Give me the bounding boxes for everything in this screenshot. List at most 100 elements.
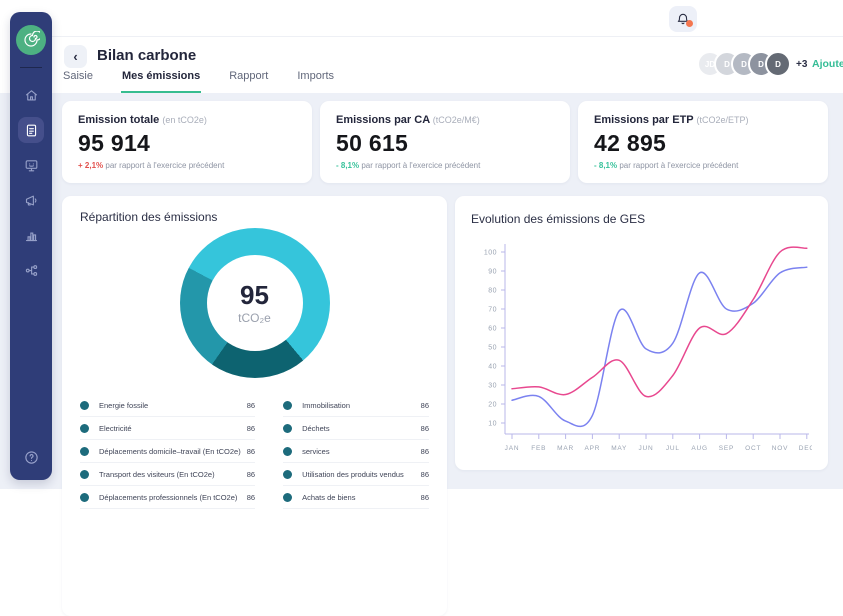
svg-text:90: 90 [488,269,497,276]
svg-text:10: 10 [488,421,497,428]
card-title: Répartition des émissions [80,210,429,224]
legend-value: 86 [247,447,255,456]
legend-label: Déplacements professionnels (En tCO2e) [99,493,241,502]
legend-dot [80,401,89,410]
legend-dot [80,493,89,502]
legend-dot [80,447,89,456]
svg-text:NOV: NOV [772,445,789,452]
legend-label: Utilisation des produits vendus [302,470,415,479]
svg-text:100: 100 [484,250,497,257]
document-icon [24,123,39,138]
notification-button[interactable] [669,6,697,32]
legend-item: Déplacements professionnels (En tCO2e)86 [80,486,255,509]
screen-icon [24,158,39,173]
emissions-legend: Energie fossile86Immobilisation86Electri… [80,394,429,509]
kpi-change-text: par rapport à l'exercice précédent [361,161,480,170]
legend-dot [283,424,292,433]
kpi-change-percent: - 8,1% [594,161,617,170]
legend-value: 86 [421,401,429,410]
kpi-title: Emission totale (en tCO2e) [78,114,296,126]
sidebar-divider [20,67,42,68]
svg-text:80: 80 [488,288,497,295]
legend-value: 86 [247,401,255,410]
tab-rapport[interactable]: Rapport [228,70,269,93]
svg-text:OCT: OCT [745,445,761,452]
legend-value: 86 [421,493,429,502]
sidebar-item-screen[interactable] [18,152,44,178]
hierarchy-icon [24,263,39,278]
legend-dot [80,424,89,433]
legend-item: Energie fossile 86 [80,394,255,417]
legend-label: Transport des visiteurs (En tCO2e) [99,470,241,479]
megaphone-icon [24,193,39,208]
kpi-unit: (tCO2e/M€) [433,115,480,125]
kpi-change: + 2,1% par rapport à l'exercice précéden… [78,161,296,170]
svg-text:JUL: JUL [666,445,680,452]
help-button[interactable] [20,446,42,468]
kpi-card: Emission totale (en tCO2e) 95 914 + 2,1% p… [62,101,312,183]
legend-dot [283,401,292,410]
legend-value: 86 [421,470,429,479]
back-button[interactable]: ‹ [64,45,87,68]
legend-item: services 86 [283,440,429,463]
svg-text:60: 60 [488,326,497,333]
kpi-change-percent: - 8,1% [336,161,359,170]
legend-label: services [302,447,415,456]
svg-text:30: 30 [488,383,497,390]
svg-text:APR: APR [585,445,601,452]
kpi-title-text: Emissions par CA [336,114,430,126]
avatar[interactable]: D [765,51,791,77]
kpi-change-percent: + 2,1% [78,161,103,170]
legend-dot [283,493,292,502]
legend-label: Achats de biens [302,493,415,502]
sidebar-item-statistics[interactable] [18,222,44,248]
sidebar-item-documents[interactable] [18,117,44,143]
svg-text:20: 20 [488,402,497,409]
topbar [52,0,843,37]
emissions-breakdown-card: Répartition des émissions 95 tCO₂e Energ… [62,196,447,616]
legend-dot [283,470,292,479]
kpi-change-text: par rapport à l'exercice précédent [105,161,224,170]
legend-label: Energie fossile [99,401,241,410]
tab-bar: Saisie Mes émissions Rapport Imports [62,70,335,93]
kpi-change: - 8,1% par rapport à l'exercice précéden… [336,161,554,170]
tab-mes-emissions[interactable]: Mes émissions [121,70,201,93]
legend-label: Immobilisation [302,401,415,410]
legend-value: 86 [421,447,429,456]
sidebar-item-announcements[interactable] [18,187,44,213]
svg-text:JUN: JUN [638,445,653,452]
kpi-change-text: par rapport à l'exercice précédent [619,161,738,170]
tab-saisie[interactable]: Saisie [62,70,94,93]
tab-imports[interactable]: Imports [296,70,335,93]
kpi-change: - 8,1% par rapport à l'exercice précéden… [594,161,812,170]
legend-dot [283,447,292,456]
avatar-group: JDDDDD [697,51,791,77]
app-logo[interactable] [16,25,46,55]
svg-text:40: 40 [488,364,497,371]
legend-item: Achats de biens 86 [283,486,429,509]
notification-dot [686,20,693,27]
svg-text:50: 50 [488,345,497,352]
svg-text:FEB: FEB [531,445,546,452]
kpi-value: 42 895 [594,130,812,157]
kpi-value: 95 914 [78,130,296,157]
svg-text:JAN: JAN [505,445,520,452]
avatar-overflow-count: +3 [796,59,807,70]
chevron-left-icon: ‹ [73,50,77,63]
donut-chart: 95 tCO₂e [180,228,330,378]
kpi-title-text: Emissions par ETP [594,114,693,126]
donut-center-value: 95 [240,282,269,308]
kpi-title-text: Emission totale [78,114,159,126]
line-series-serie-bleue [512,267,807,426]
bar-chart-icon [24,228,39,243]
kpi-unit: (en tCO2e) [162,115,207,125]
sidebar-item-home[interactable] [18,82,44,108]
legend-item: Déplacements domicile–travail (En tCO2e)… [80,440,255,463]
kpi-title: Emissions par CA (tCO2e/M€) [336,114,554,126]
add-member-button[interactable]: Ajouter [812,58,843,70]
question-icon [24,450,39,465]
sidebar-item-organisation[interactable] [18,257,44,283]
legend-value: 86 [247,470,255,479]
sidebar [10,12,52,480]
home-icon [24,88,39,103]
